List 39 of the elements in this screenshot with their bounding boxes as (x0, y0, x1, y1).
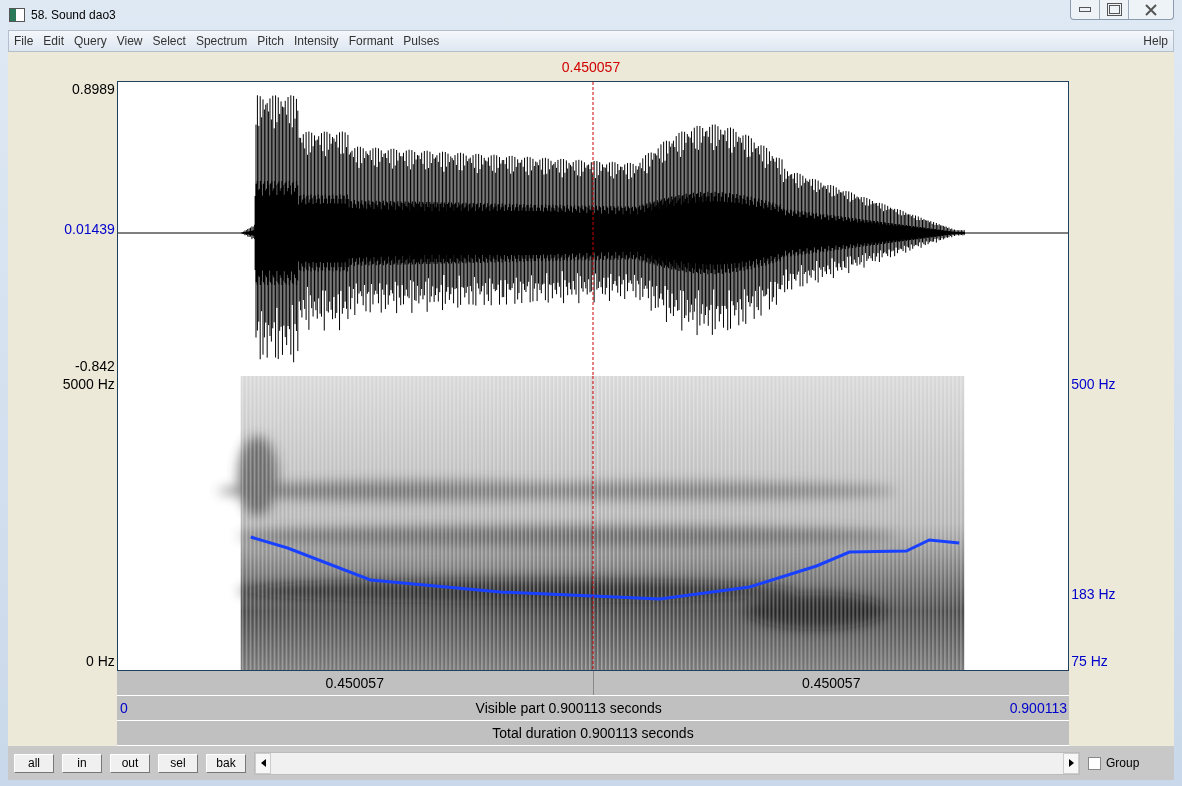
pitch-min-label: 75 Hz (1071, 653, 1108, 669)
scroll-left-icon[interactable] (255, 752, 271, 774)
scroll-right-icon[interactable] (1063, 752, 1079, 774)
group-checkbox[interactable] (1088, 756, 1101, 770)
zoom-button[interactable]: in (62, 753, 102, 773)
total-duration-bar[interactable]: Total duration 0.900113 seconds (117, 721, 1069, 746)
pitch-max-label: 500 Hz (1071, 376, 1116, 392)
menu-item[interactable]: Select (147, 34, 191, 48)
amplitude-max-label: 0.8989 (72, 81, 115, 97)
window-title: 58. Sound dao3 (31, 8, 116, 22)
frequency-min-label: 0 Hz (86, 653, 115, 669)
menu-item[interactable]: Spectrum (190, 34, 253, 48)
menu-item[interactable]: Pitch (252, 34, 289, 48)
menu-item[interactable]: Formant (343, 34, 399, 48)
cursor-amplitude-label: 0.01439 (64, 221, 115, 237)
menu-item[interactable]: Help (1138, 34, 1173, 48)
pitch-mid-label: 183 Hz (1071, 586, 1116, 602)
app-icon (9, 8, 25, 22)
time-segment[interactable]: 0.450057 (117, 671, 594, 695)
time-segment[interactable]: 0.450057 (593, 671, 1069, 695)
menu-item[interactable]: View (111, 34, 148, 48)
waveform-drawing[interactable] (117, 82, 1068, 376)
zoom-button[interactable]: bak (206, 753, 246, 773)
group-label: Group (1106, 756, 1140, 770)
start-time: 0 (120, 700, 128, 716)
zoom-button[interactable]: sel (158, 753, 198, 773)
zoom-button[interactable]: all (14, 753, 54, 773)
menu-item[interactable]: Query (69, 34, 112, 48)
menu-item[interactable]: File (9, 34, 39, 48)
zoom-button[interactable]: out (110, 753, 150, 773)
frequency-max-label: 5000 Hz (62, 376, 115, 392)
horizontal-scrollbar[interactable] (254, 751, 1080, 775)
visible-part-bar[interactable]: Visible part 0.900113 seconds (127, 700, 1010, 716)
cursor-time: 0.450057 (561, 58, 621, 75)
menu-item[interactable]: Edit (38, 34, 70, 48)
amplitude-min-label: -0.842 (75, 358, 115, 374)
end-time: 0.900113 (1009, 700, 1067, 716)
menu-item[interactable]: Intensity (288, 34, 344, 48)
menu-item[interactable]: Pulses (398, 34, 445, 48)
